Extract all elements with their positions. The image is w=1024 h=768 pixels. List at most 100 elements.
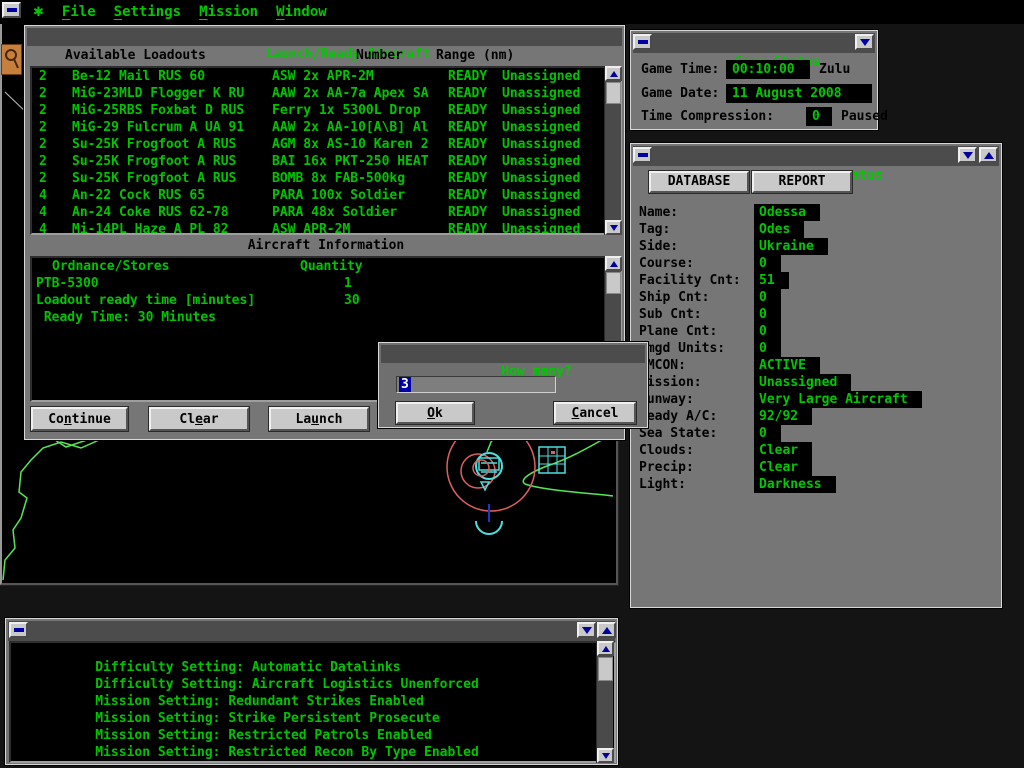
info-row[interactable]: PTB-5300 1: [32, 275, 620, 292]
messages-menu-button[interactable]: [577, 622, 596, 638]
field-value: Clear: [754, 442, 813, 459]
report-button[interactable]: REPORT: [752, 171, 852, 193]
continue-button[interactable]: Continue: [31, 407, 128, 431]
time-compression-value: 0: [806, 107, 832, 126]
surface-contact-symbol[interactable]: [475, 504, 503, 535]
field-label: Plane Cnt:: [639, 324, 718, 339]
down-arrow-icon: [859, 38, 870, 46]
info-col-ordnance: Ordnance/Stores: [52, 259, 170, 274]
scroll-up-button[interactable]: [605, 256, 622, 271]
messages-minimize-button[interactable]: [9, 622, 28, 638]
status-field-row: Facility Cnt: 51: [631, 272, 1001, 289]
field-value: Clear: [754, 459, 813, 476]
aircraft-name: Su-25K Frogfoot A RUS: [72, 171, 237, 186]
ordnance-name: Loadout ready time [minutes]: [36, 293, 256, 308]
ready-status: READY: [448, 222, 488, 235]
airbase-symbol[interactable]: [472, 452, 503, 492]
dialog-titlebar: How many?: [381, 345, 645, 379]
status-field-row: Sea State: 0: [631, 425, 1001, 442]
field-label: Ready A/C:: [639, 409, 718, 424]
loadout-row[interactable]: 2 MiG-23MLD Flogger K RU AAW 2x AA-7a Ap…: [32, 85, 620, 102]
game-time-label: Game Time:: [641, 62, 720, 77]
column-header-number: Number: [356, 48, 403, 63]
loadout-row[interactable]: 2 MiG-25RBS Foxbat D RUS Ferry 1x 5300L …: [32, 102, 620, 119]
message-line: Mission Setting: Redundant Strikes Enabl…: [11, 677, 614, 709]
loadout-row[interactable]: 4 An-24 Coke RUS 62-78 PARA 48x Soldier …: [32, 204, 620, 221]
message-line: Mission Setting: Strike Persistent Prose…: [11, 694, 614, 726]
ready-status: READY: [448, 86, 488, 101]
info-row[interactable]: Loadout ready time [minutes] 30: [32, 292, 620, 309]
up-arrow-icon: [601, 645, 610, 652]
aircraft-count: 2: [39, 171, 47, 186]
cancel-button[interactable]: Cancel: [554, 402, 636, 424]
loadout-description: AAW 2x AA-7a Apex SA: [272, 86, 429, 101]
clear-button[interactable]: Clear: [149, 407, 249, 431]
loadout-row[interactable]: 4 An-22 Cock RUS 65 PARA 100x Soldier RE…: [32, 187, 620, 204]
paused-indicator: Paused: [841, 109, 888, 124]
minimize-icon: [637, 40, 648, 44]
assignment-status: Unassigned: [502, 171, 581, 186]
messages-scrollbar[interactable]: [596, 641, 614, 763]
desktop: ✱ File Settings Mission Window Launch/Re…: [0, 0, 1024, 768]
aircraft-name: An-22 Cock RUS 65: [72, 188, 206, 203]
status-field-row: Sub Cnt: 0: [631, 306, 1001, 323]
ok-button[interactable]: Ok: [396, 402, 474, 424]
how-many-dialog: How many? 3 Ok Cancel: [378, 342, 648, 428]
field-label: Name:: [639, 205, 679, 220]
loadout-description: Ferry 1x 5300L Drop: [272, 103, 421, 118]
ready-status: READY: [448, 154, 488, 169]
column-header-range: Range (nm): [436, 48, 515, 63]
field-label: Sub Cnt:: [639, 307, 702, 322]
game-time-suffix: Zulu: [819, 62, 851, 77]
status-field-row: Name: Odessa: [631, 204, 1001, 221]
scroll-down-button[interactable]: [597, 748, 614, 763]
assignment-status: Unassigned: [502, 137, 581, 152]
scroll-down-button[interactable]: [605, 220, 622, 235]
database-button[interactable]: DATABASE: [649, 171, 749, 193]
base-menu-button[interactable]: [958, 147, 977, 163]
message-text: Mission Setting: Aggressive transit miss…: [95, 762, 439, 763]
loadout-row[interactable]: 2 Be-12 Mail RUS 60 ASW 2x APR-2M READY …: [32, 68, 620, 85]
loadout-row[interactable]: 2 Su-25K Frogfoot A RUS AGM 8x AS-10 Kar…: [32, 136, 620, 153]
loadout-row[interactable]: 2 MiG-29 Fulcrum A UA 91 AAW 2x AA-10[A\…: [32, 119, 620, 136]
info-col-quantity: Quantity: [300, 259, 363, 274]
ready-status: READY: [448, 205, 488, 220]
game-menu-button[interactable]: [855, 34, 874, 50]
loadout-description: BOMB 8x FAB-500kg: [272, 171, 406, 186]
scrollbar-thumb[interactable]: [606, 272, 621, 294]
up-arrow-icon: [609, 260, 618, 267]
minimize-icon: [13, 628, 24, 632]
scrollbar-thumb[interactable]: [606, 82, 621, 104]
assignment-status: Unassigned: [502, 69, 581, 84]
field-value: Darkness: [754, 476, 836, 493]
assignment-status: Unassigned: [502, 86, 581, 101]
loadout-row[interactable]: 2 Su-25K Frogfoot A RUS BOMB 8x FAB-500k…: [32, 170, 620, 187]
game-minimize-button[interactable]: [633, 34, 652, 50]
aircraft-count: 2: [39, 154, 47, 169]
status-field-row: Mission: Unassigned: [631, 374, 1001, 391]
field-value: 51: [754, 272, 789, 289]
quantity-input[interactable]: 3: [396, 376, 556, 393]
base-maximize-button[interactable]: [979, 147, 998, 163]
field-value: 0: [754, 340, 781, 357]
messages-maximize-button[interactable]: [597, 622, 616, 638]
base-minimize-button[interactable]: [633, 147, 652, 163]
scroll-up-button[interactable]: [597, 641, 614, 656]
loadout-description: BAI 16x PKT-250 HEAT: [272, 154, 429, 169]
loadout-description: ASW APR-2M: [272, 222, 351, 235]
scrollbar-thumb[interactable]: [598, 657, 613, 681]
loadout-description: AAW 2x AA-10[A\B] Al: [272, 120, 429, 135]
loadout-row[interactable]: 2 Su-25K Frogfoot A RUS BAI 16x PKT-250 …: [32, 153, 620, 170]
minimize-icon: [637, 153, 648, 157]
ordnance-name: PTB-5300: [36, 276, 99, 291]
loadout-row[interactable]: 4 Mi-14PL Haze A PL 82 ASW APR-2M READY …: [32, 221, 620, 235]
loadout-list-scrollbar[interactable]: [604, 66, 622, 235]
column-header-loadouts: Available Loadouts: [65, 48, 206, 63]
loadout-description: AGM 8x AS-10 Karen 2: [272, 137, 429, 152]
loadout-list: 2 Be-12 Mail RUS 60 ASW 2x APR-2M READY …: [30, 66, 622, 235]
loadout-description: PARA 100x Soldier: [272, 188, 406, 203]
field-value: 0: [754, 289, 781, 306]
aircraft-name: MiG-29 Fulcrum A UA 91: [72, 120, 245, 135]
scroll-up-button[interactable]: [605, 66, 622, 81]
launch-button[interactable]: Launch: [269, 407, 369, 431]
